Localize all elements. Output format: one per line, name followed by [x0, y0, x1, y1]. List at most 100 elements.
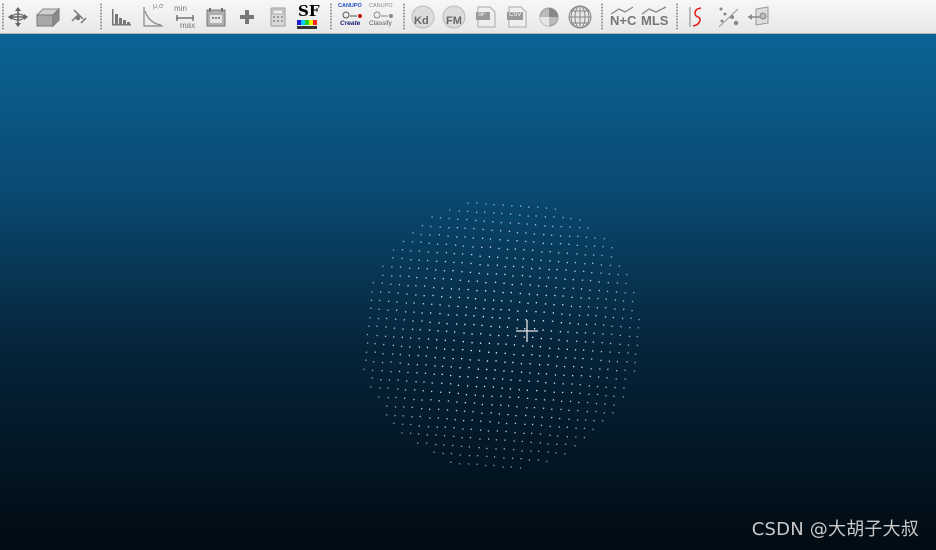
cloud-point — [556, 443, 558, 445]
cloud-point — [616, 370, 618, 372]
cloud-point — [507, 414, 509, 416]
cloud-point — [476, 290, 478, 292]
cloud-point — [446, 418, 448, 420]
kd-tree-icon[interactable]: Kd — [410, 3, 436, 31]
point-pair-icon[interactable] — [715, 3, 741, 31]
cloud-point — [388, 291, 390, 293]
cloud-point — [601, 254, 603, 257]
cloud-point — [535, 215, 537, 217]
translate-rotate-icon[interactable] — [5, 3, 31, 31]
cloud-point — [424, 372, 427, 374]
cloud-point — [467, 297, 469, 299]
cloud-point — [507, 334, 509, 337]
cloud-point — [482, 316, 484, 318]
cloud-point — [549, 434, 551, 436]
sf-colors-icon[interactable]: SF — [295, 2, 321, 31]
toolbar-grip[interactable] — [99, 3, 103, 30]
toolbar-grip[interactable] — [329, 3, 333, 30]
cloud-point — [574, 357, 576, 359]
cloud-point — [514, 422, 517, 425]
cloud-point — [579, 219, 581, 221]
cloud-point — [499, 239, 501, 241]
cloud-point — [431, 390, 433, 393]
point-to-plane-icon[interactable] — [746, 3, 772, 31]
pick-point-icon[interactable] — [66, 3, 92, 31]
cloud-point — [449, 209, 451, 211]
cloud-point — [542, 320, 545, 322]
cloud-point — [401, 336, 403, 338]
cloud-point — [521, 450, 523, 452]
cloud-point — [412, 232, 414, 234]
cloud-point — [531, 354, 533, 356]
csv-export-icon[interactable]: CSV — [504, 3, 530, 31]
cloud-point — [402, 328, 404, 330]
cloud-point — [540, 424, 543, 426]
cloud-point — [459, 376, 461, 378]
section-icon[interactable] — [683, 3, 709, 31]
cloud-point — [505, 430, 507, 433]
cloud-point — [504, 361, 506, 363]
cloud-point — [584, 254, 586, 256]
cloud-point — [397, 292, 399, 294]
min-max-icon[interactable]: min max — [172, 3, 198, 31]
cloud-point — [586, 410, 588, 413]
cloud-point — [605, 307, 607, 309]
canupo-classify-icon[interactable]: CANUPO Classify — [368, 3, 396, 31]
cloud-point — [480, 420, 482, 422]
cloud-point — [547, 364, 549, 366]
cloud-point — [609, 351, 611, 353]
cloud-point — [525, 240, 527, 243]
cloud-point — [539, 364, 541, 366]
cloud-point — [385, 317, 388, 320]
cloud-point — [463, 410, 466, 412]
cloud-point — [614, 308, 616, 310]
color-sphere-icon[interactable] — [536, 3, 562, 31]
cloud-point — [464, 227, 466, 229]
toolbar-grip[interactable] — [675, 3, 679, 30]
gaussian-fit-icon[interactable]: μ,σ — [140, 3, 166, 31]
fast-marching-icon[interactable]: FM — [441, 3, 467, 31]
cloud-point — [385, 326, 387, 328]
cloud-point — [617, 274, 619, 276]
cloud-point — [531, 432, 533, 434]
sf-calculator-icon[interactable] — [203, 3, 229, 31]
cloud-point — [397, 388, 399, 390]
calculator-icon[interactable] — [265, 3, 291, 31]
cloud-point — [534, 224, 537, 226]
mls-icon[interactable]: MLS — [640, 3, 668, 31]
cloud-point — [450, 278, 452, 280]
scale-box-icon[interactable] — [35, 3, 61, 31]
cloud-point — [579, 384, 581, 386]
cloud-point — [410, 423, 412, 426]
cloud-point — [602, 246, 604, 248]
cloud-point — [366, 333, 368, 336]
cloud-point — [526, 397, 529, 399]
add-sf-icon[interactable] — [234, 3, 260, 31]
cloud-point — [552, 225, 554, 228]
cloud-point — [445, 330, 448, 332]
cloud-point — [426, 434, 428, 436]
cloud-point — [479, 429, 482, 431]
cloud-point — [562, 295, 564, 297]
histogram-icon[interactable] — [108, 3, 134, 31]
normals-curvature-icon[interactable]: N+C — [609, 3, 636, 31]
cloud-point — [519, 467, 522, 469]
cloud-point — [627, 344, 630, 346]
cloud-point — [588, 393, 590, 395]
cloud-point — [600, 264, 602, 266]
mls-label: MLS — [641, 13, 669, 28]
cloud-point — [523, 249, 525, 251]
toolbar-grip[interactable] — [402, 3, 406, 30]
sf-export-icon[interactable]: SF — [473, 3, 499, 31]
cloud-point — [514, 248, 516, 250]
cloud-point — [480, 333, 482, 335]
cloud-point — [506, 248, 509, 251]
cloud-point — [445, 243, 448, 245]
cloud-point — [473, 315, 475, 317]
canupo-create-icon[interactable]: CANUPO Create — [337, 3, 365, 31]
toolbar-grip[interactable] — [600, 3, 604, 30]
cloud-point — [499, 230, 502, 232]
globe-grid-icon[interactable] — [567, 3, 593, 31]
cloud-point — [569, 400, 572, 402]
3d-viewport[interactable]: CSDN @大胡子大叔 — [0, 34, 936, 550]
